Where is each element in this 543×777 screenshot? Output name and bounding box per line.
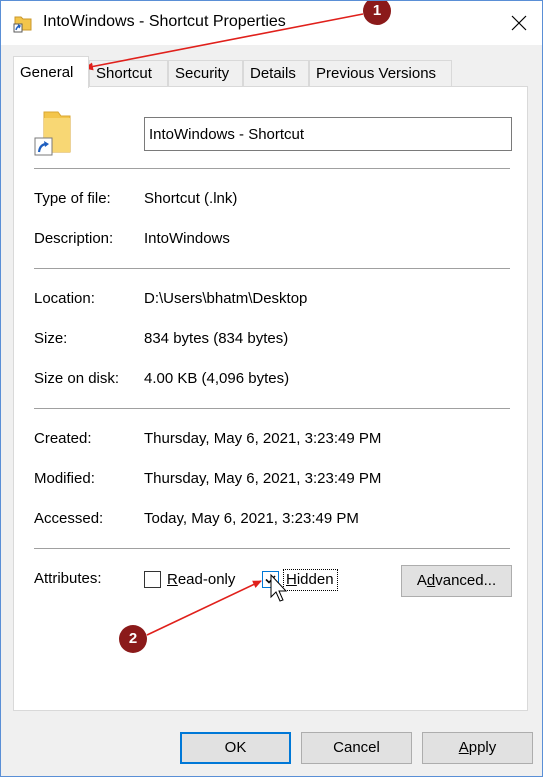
annotation-badge-2: 2 bbox=[119, 625, 147, 653]
properties-dialog: IntoWindows - Shortcut Properties Genera… bbox=[0, 0, 543, 777]
window-title: IntoWindows - Shortcut Properties bbox=[43, 13, 286, 30]
created-value: Thursday, May 6, 2021, 3:23:49 PM bbox=[144, 430, 382, 447]
tab-previous-versions[interactable]: Previous Versions bbox=[309, 60, 452, 87]
title-bar: IntoWindows - Shortcut Properties bbox=[1, 1, 542, 45]
ok-button[interactable]: OK bbox=[180, 732, 291, 764]
description-label: Description: bbox=[34, 230, 114, 247]
type-of-file-value: Shortcut (.lnk) bbox=[144, 190, 238, 207]
separator bbox=[34, 548, 510, 549]
tab-shortcut[interactable]: Shortcut bbox=[89, 60, 168, 87]
read-only-label[interactable]: Read-only bbox=[167, 571, 235, 588]
tab-details[interactable]: Details bbox=[243, 60, 309, 87]
tab-general[interactable]: General bbox=[13, 56, 89, 88]
size-label: Size: bbox=[34, 330, 68, 347]
modified-label: Modified: bbox=[34, 470, 95, 487]
shortcut-name-input[interactable] bbox=[144, 117, 512, 151]
advanced-button[interactable]: Advanced... bbox=[401, 565, 512, 597]
close-button[interactable] bbox=[496, 1, 542, 45]
hidden-label[interactable]: Hidden bbox=[286, 571, 334, 588]
size-value: 834 bytes (834 bytes) bbox=[144, 330, 289, 347]
created-label: Created: bbox=[34, 430, 92, 447]
accessed-label: Accessed: bbox=[34, 510, 104, 527]
apply-button[interactable]: Apply bbox=[422, 732, 533, 764]
folder-shortcut-icon bbox=[34, 110, 74, 156]
read-only-checkbox[interactable] bbox=[144, 571, 161, 588]
general-tab-panel: Type of file: Shortcut (.lnk) Descriptio… bbox=[13, 86, 528, 711]
description-value: IntoWindows bbox=[144, 230, 230, 247]
tab-security[interactable]: Security bbox=[168, 60, 243, 87]
cancel-button[interactable]: Cancel bbox=[301, 732, 412, 764]
accessed-value: Today, May 6, 2021, 3:23:49 PM bbox=[144, 510, 359, 527]
type-of-file-label: Type of file: bbox=[34, 190, 111, 207]
size-on-disk-label: Size on disk: bbox=[34, 370, 120, 387]
close-icon bbox=[511, 15, 527, 31]
modified-value: Thursday, May 6, 2021, 3:23:49 PM bbox=[144, 470, 382, 487]
size-on-disk-value: 4.00 KB (4,096 bytes) bbox=[144, 370, 290, 387]
attributes-label: Attributes: bbox=[34, 570, 102, 587]
separator bbox=[34, 408, 510, 409]
separator bbox=[34, 168, 510, 169]
location-value: D:\Users\bhatm\Desktop bbox=[144, 290, 308, 307]
separator bbox=[34, 268, 510, 269]
location-label: Location: bbox=[34, 290, 95, 307]
hidden-checkbox[interactable] bbox=[262, 571, 279, 588]
checkmark-icon bbox=[265, 575, 276, 584]
shortcut-folder-icon bbox=[13, 13, 33, 33]
